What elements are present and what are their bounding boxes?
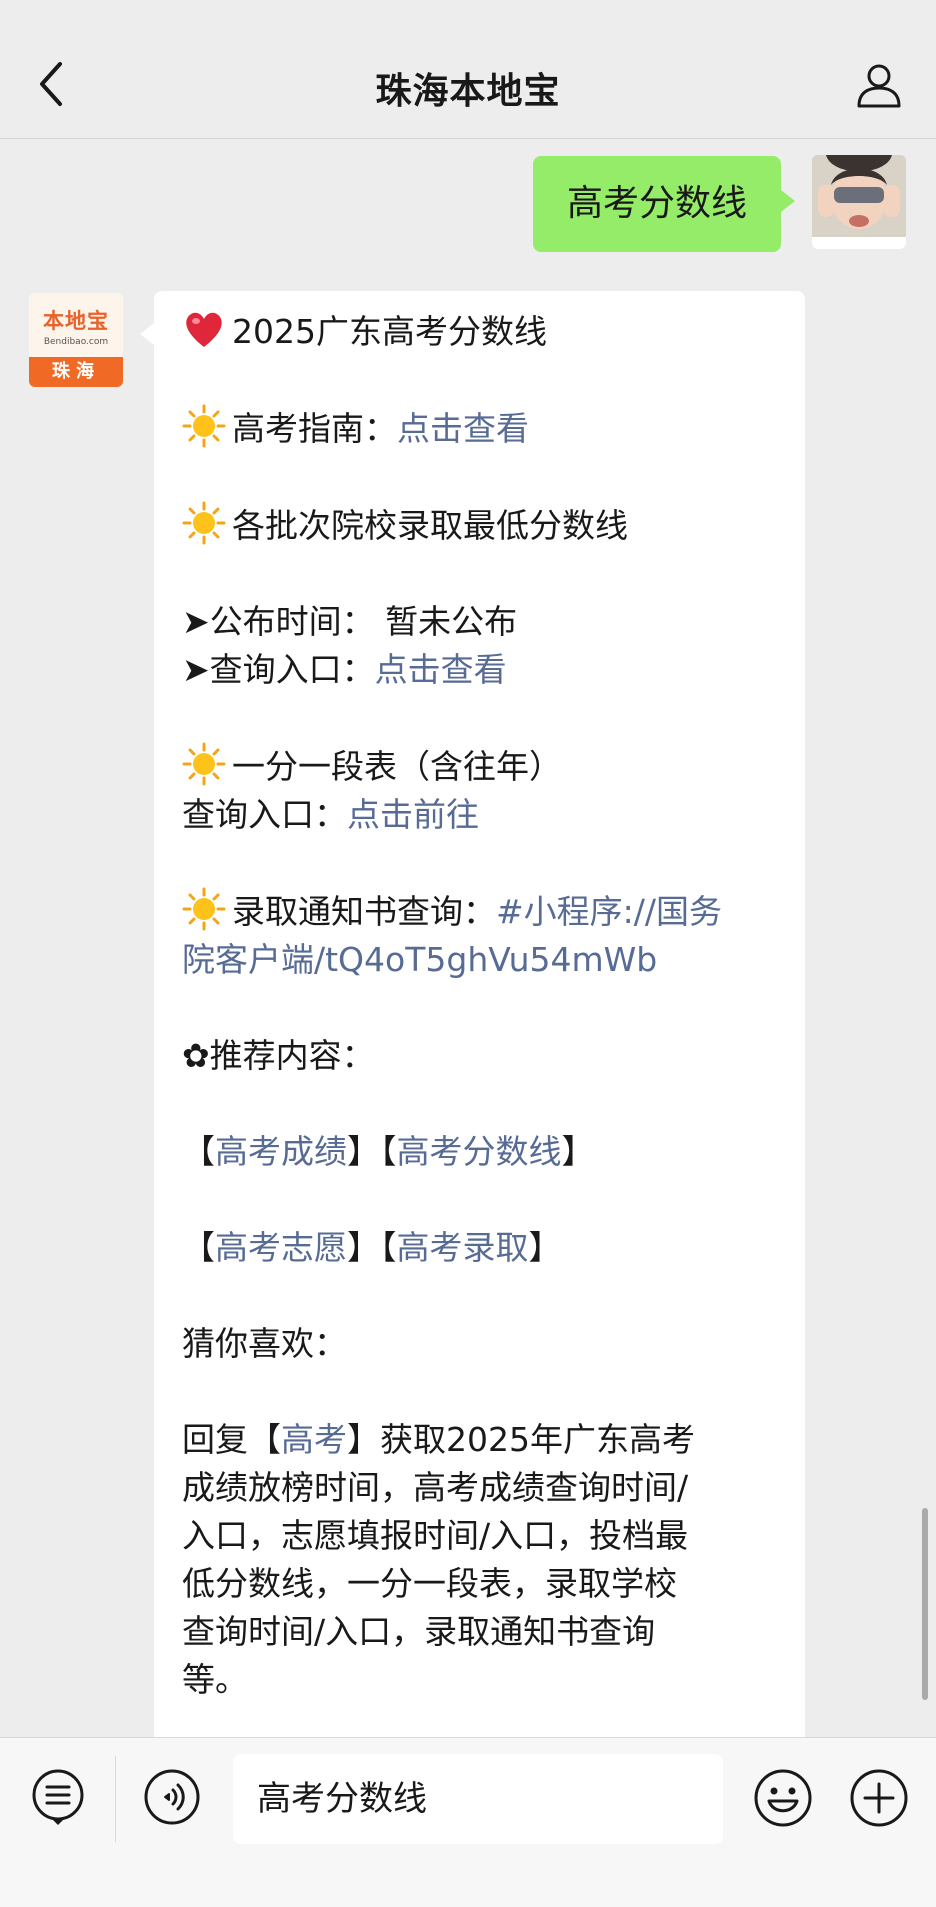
batch-title: 各批次院校录取最低分数线 (232, 506, 628, 545)
guide-link[interactable]: 点击查看 (397, 409, 529, 448)
chat-scrollbar[interactable] (922, 1508, 928, 1700)
person-icon[interactable] (854, 60, 904, 110)
sun-icon (182, 501, 226, 545)
rec-link-volunteer[interactable]: 高考志愿 (215, 1228, 347, 1267)
chat-area[interactable]: 高考分数线 本地宝 Bendibao.com 珠海 2025广东高考分数线 高考… (0, 139, 936, 1737)
query-label: ➤查询入口： (182, 650, 375, 689)
segment-title: 一分一段表（含往年） (232, 747, 562, 786)
reply-title-line: 2025广东高考分数线 (182, 307, 787, 356)
bot-avatar[interactable]: 本地宝 Bendibao.com 珠海 (29, 293, 123, 387)
voice-icon[interactable] (143, 1768, 201, 1826)
batch-line: 各批次院校录取最低分数线 (182, 501, 787, 550)
logo-text: 本地宝 (43, 309, 109, 333)
bot-reply-bubble[interactable]: 2025广东高考分数线 高考指南：点击查看 各批次院校录取最低分数线 ➤公布时间… (140, 291, 805, 1737)
sun-icon (182, 742, 226, 786)
reply-line-4: 低分数线，一分一段表，录取学校 (182, 1564, 677, 1603)
rec-link-scores[interactable]: 高考成绩 (215, 1132, 347, 1171)
reply-title: 2025广东高考分数线 (232, 312, 547, 351)
header-bar: 珠海本地宝 (0, 0, 936, 139)
recommend-row-2: 【高考志愿】【高考录取】 (182, 1228, 562, 1267)
message-input[interactable]: 高考分数线 (233, 1754, 723, 1844)
user-message-bubble[interactable]: 高考分数线 (533, 156, 795, 252)
publish-value: 暂未公布 (385, 602, 518, 641)
reply-hint-line-1: 回复【高考】获取2025年广东高考 (182, 1416, 787, 1464)
smiley-icon[interactable] (753, 1768, 813, 1828)
recommend-label: ✿推荐内容： (182, 1036, 375, 1075)
input-divider (115, 1756, 116, 1842)
user-avatar-image (812, 155, 906, 249)
publish-label: ➤公布时间： (182, 602, 375, 641)
segment-link[interactable]: 点击前往 (347, 795, 479, 834)
reply-content: 2025广东高考分数线 高考指南：点击查看 各批次院校录取最低分数线 ➤公布时间… (182, 307, 787, 1704)
segment-line: 一分一段表（含往年） (182, 742, 787, 791)
notice-line: 录取通知书查询：#小程序://国务 (182, 887, 787, 936)
notice-link[interactable]: #小程序://国务 (496, 892, 722, 931)
recommend-row-1: 【高考成绩】【高考分数线】 (182, 1132, 595, 1171)
notice-label: 录取通知书查询： (232, 892, 496, 931)
logo-city: 珠海 (29, 357, 123, 387)
segment-label: 查询入口： (182, 795, 347, 834)
query-line: ➤查询入口：点击查看 (182, 646, 787, 694)
query-link[interactable]: 点击查看 (375, 650, 507, 689)
reply-line-6: 等。 (182, 1660, 248, 1699)
notice-link-continued[interactable]: 院客户端/tQ4oT5ghVu54mWb (182, 936, 787, 984)
reply-prefix: 回复【 (182, 1420, 281, 1459)
publish-line: ➤公布时间： 暂未公布 (182, 598, 787, 646)
guide-label: 高考指南： (232, 409, 397, 448)
reply-line-5: 查询时间/入口，录取通知书查询 (182, 1612, 656, 1651)
reply-line-3: 入口，志愿填报时间/入口，投档最 (182, 1516, 689, 1555)
rec-link-admission[interactable]: 高考录取 (397, 1228, 529, 1267)
reply-line-1: 】获取2025年广东高考 (347, 1420, 695, 1459)
rec-link-cutoff[interactable]: 高考分数线 (397, 1132, 562, 1171)
segment-query-line: 查询入口：点击前往 (182, 791, 787, 839)
logo-domain: Bendibao.com (43, 337, 109, 347)
user-avatar[interactable] (812, 155, 906, 249)
page-title: 珠海本地宝 (375, 71, 561, 112)
plus-icon[interactable] (849, 1768, 909, 1828)
guide-line: 高考指南：点击查看 (182, 404, 787, 453)
sun-icon (182, 404, 226, 448)
menu-list-icon[interactable] (29, 1768, 87, 1826)
heart-icon (186, 312, 222, 347)
guess-label: 猜你喜欢： (182, 1324, 347, 1363)
reply-line-2: 成绩放榜时间，高考成绩查询时间/ (182, 1468, 689, 1507)
reply-keyword-link[interactable]: 高考 (281, 1420, 347, 1459)
bendibao-logo: 本地宝 Bendibao.com (29, 293, 123, 357)
sun-icon (182, 887, 226, 931)
input-bar: 高考分数线 (0, 1737, 936, 1907)
